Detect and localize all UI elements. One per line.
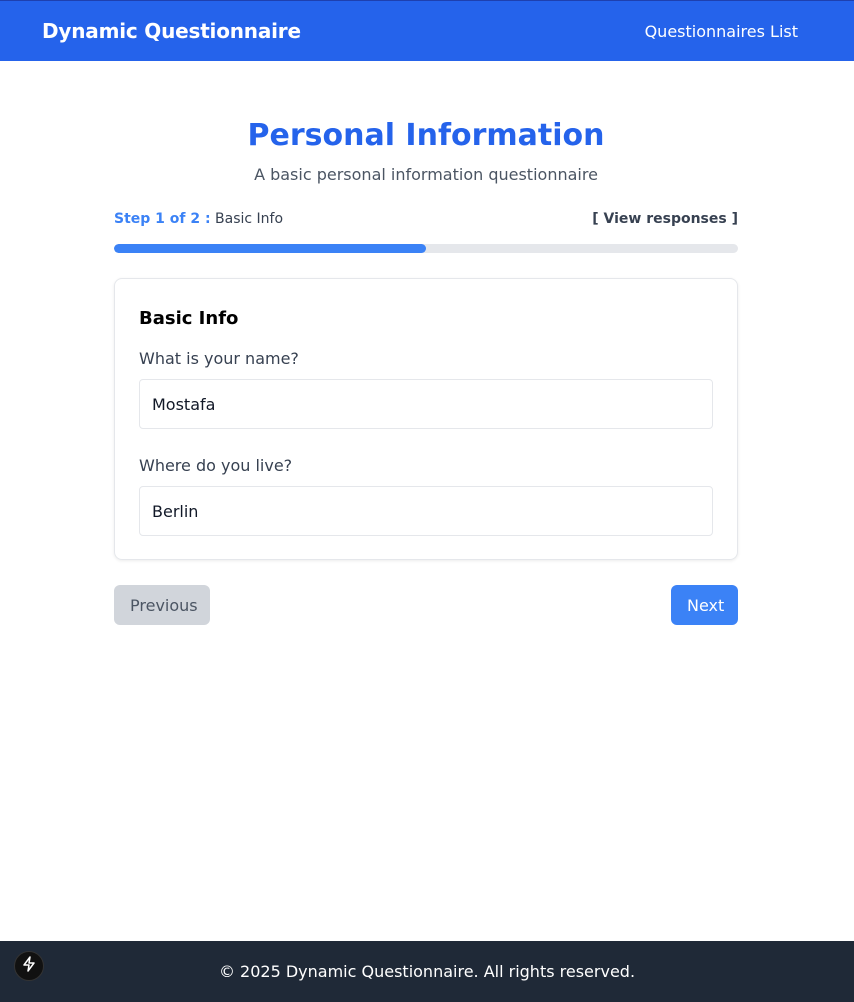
next-button[interactable]: Next: [671, 585, 738, 625]
view-responses-link[interactable]: [ View responses ]: [592, 211, 738, 227]
page-subtitle: A basic personal information questionnai…: [254, 165, 598, 184]
question-label-name: What is your name?: [139, 349, 299, 368]
app-brand[interactable]: Dynamic Questionnaire: [42, 19, 301, 43]
section-title: Basic Info: [139, 308, 239, 329]
previous-button[interactable]: Previous: [114, 585, 210, 625]
location-input[interactable]: [139, 486, 713, 536]
progress-bar-fill: [114, 244, 426, 253]
questionnaires-list-link[interactable]: Questionnaires List: [645, 22, 798, 41]
step-counter: Step 1 of 2 :: [114, 211, 211, 227]
navigation-buttons: Previous Next: [114, 585, 738, 625]
question-label-location: Where do you live?: [139, 456, 293, 475]
progress-bar: [114, 244, 738, 253]
step-name: Basic Info: [215, 211, 284, 227]
step-indicator: Step 1 of 2 : Basic Info: [114, 211, 283, 227]
step-indicator-row: Step 1 of 2 : Basic Info [ View response…: [114, 209, 738, 229]
page-title: Personal Information: [247, 118, 605, 153]
lightning-bolt-icon: [22, 956, 36, 976]
page-footer: © 2025 Dynamic Questionnaire. All rights…: [0, 941, 854, 1002]
question-card: Basic Info What is your name? Where do y…: [114, 278, 738, 560]
name-input[interactable]: [139, 379, 713, 429]
questionnaire-main: Personal Information A basic personal in…: [114, 61, 738, 625]
dev-tools-badge[interactable]: [14, 951, 44, 981]
top-nav-bar: Dynamic Questionnaire Questionnaires Lis…: [0, 0, 854, 61]
footer-copyright: © 2025 Dynamic Questionnaire. All rights…: [218, 962, 636, 981]
